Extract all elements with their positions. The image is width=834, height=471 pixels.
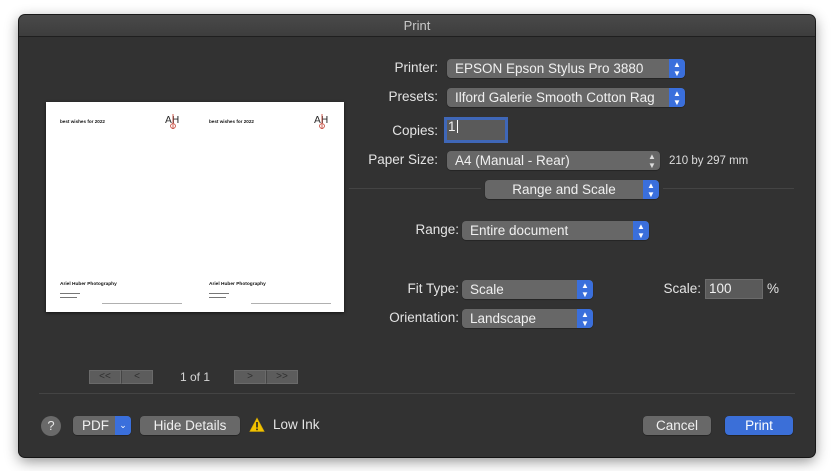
preview-text-line — [60, 297, 77, 299]
preview-name: Ariel Huber Photography — [60, 282, 117, 287]
scale-value: 100 — [709, 281, 732, 296]
preview-text-line — [209, 293, 229, 295]
svg-text:AH: AH — [165, 115, 179, 126]
pdf-label: PDF — [82, 418, 109, 433]
print-preview: best wishes for 2022 AH Ariel Huber Phot… — [46, 102, 344, 312]
low-ink-label: Low Ink — [273, 417, 320, 432]
presets-value: Ilford Galerie Smooth Cotton Rag — [455, 90, 655, 105]
copies-field[interactable]: 1 — [444, 117, 508, 143]
separator — [663, 188, 794, 189]
copies-label: Copies: — [392, 123, 438, 138]
popup-chevron-icon: ▲ ▼ — [648, 152, 656, 170]
preview-name: Ariel Huber Photography — [209, 282, 266, 287]
window-title: Print — [19, 15, 815, 37]
preview-page-right: best wishes for 2022 AH Ariel Huber Phot… — [195, 102, 344, 312]
nav-back-group: << < — [89, 370, 153, 384]
pdf-menu-button[interactable]: PDF ⌄ — [73, 416, 131, 435]
section-value: Range and Scale — [512, 182, 616, 197]
range-label: Range: — [415, 222, 459, 237]
preview-heading: best wishes for 2022 — [209, 119, 254, 124]
preview-logo-icon: AH — [314, 114, 328, 129]
orientation-popup[interactable]: Landscape ▲ ▼ — [462, 309, 593, 328]
printer-label: Printer: — [394, 60, 438, 75]
presets-popup[interactable]: Ilford Galerie Smooth Cotton Rag ▲ ▼ — [447, 88, 685, 107]
printer-value: EPSON Epson Stylus Pro 3880 — [455, 61, 644, 76]
fit-type-value: Scale — [470, 282, 504, 297]
popup-chevron-icon: ▲ ▼ — [577, 280, 593, 299]
range-value: Entire document — [470, 223, 569, 238]
preview-page-left: best wishes for 2022 AH Ariel Huber Phot… — [46, 102, 195, 312]
print-button[interactable]: Print — [725, 416, 793, 435]
svg-text:AH: AH — [314, 115, 328, 126]
popup-chevron-icon: ▲ ▼ — [669, 88, 685, 107]
paper-size-label: Paper Size: — [368, 152, 438, 167]
scale-unit: % — [767, 281, 780, 296]
preview-heading: best wishes for 2022 — [60, 119, 105, 124]
print-dialog: Print best wishes for 2022 AH Ariel Hube… — [19, 15, 815, 457]
popup-chevron-icon: ▲ ▼ — [577, 309, 593, 328]
paper-dimensions: 210 by 297 mm — [669, 155, 749, 167]
hide-details-button[interactable]: Hide Details — [140, 416, 240, 435]
copies-value: 1 — [448, 119, 456, 134]
printer-popup[interactable]: EPSON Epson Stylus Pro 3880 ▲ ▼ — [447, 59, 685, 78]
scale-field[interactable]: 100 — [705, 279, 763, 299]
warning-icon — [249, 417, 265, 432]
text-caret — [456, 120, 458, 133]
paper-size-popup[interactable]: A4 (Manual - Rear) ▲ ▼ — [447, 151, 660, 170]
paper-size-value: A4 (Manual - Rear) — [455, 153, 570, 168]
chevron-down-icon: ⌄ — [115, 416, 131, 435]
orientation-label: Orientation: — [389, 310, 459, 325]
first-page-button[interactable]: << — [89, 370, 121, 384]
next-page-button[interactable]: > — [234, 370, 266, 384]
page-count: 1 of 1 — [179, 370, 211, 384]
fit-type-popup[interactable]: Scale ▲ ▼ — [462, 280, 593, 299]
presets-label: Presets: — [388, 89, 438, 104]
last-page-button[interactable]: >> — [266, 370, 298, 384]
previous-page-button[interactable]: < — [121, 370, 153, 384]
cancel-button[interactable]: Cancel — [643, 416, 711, 435]
fit-type-label: Fit Type: — [407, 281, 459, 296]
popup-chevron-icon: ▲ ▼ — [669, 59, 685, 78]
separator — [349, 188, 481, 189]
preview-logo-icon: AH — [165, 114, 179, 129]
preview-text-line — [60, 293, 80, 295]
orientation-value: Landscape — [470, 311, 537, 326]
nav-forward-group: > >> — [234, 370, 298, 384]
range-popup[interactable]: Entire document ▲ ▼ — [462, 221, 649, 240]
section-popup[interactable]: Range and Scale ▲ ▼ — [485, 180, 659, 199]
preview-text-line — [209, 297, 226, 299]
scale-label: Scale: — [663, 281, 701, 296]
preview-footer-line — [251, 303, 331, 305]
preview-footer-line — [102, 303, 182, 305]
help-button[interactable]: ? — [41, 416, 61, 436]
popup-chevron-icon: ▲ ▼ — [643, 180, 659, 199]
popup-chevron-icon: ▲ ▼ — [633, 221, 649, 240]
footer-separator — [39, 393, 795, 394]
